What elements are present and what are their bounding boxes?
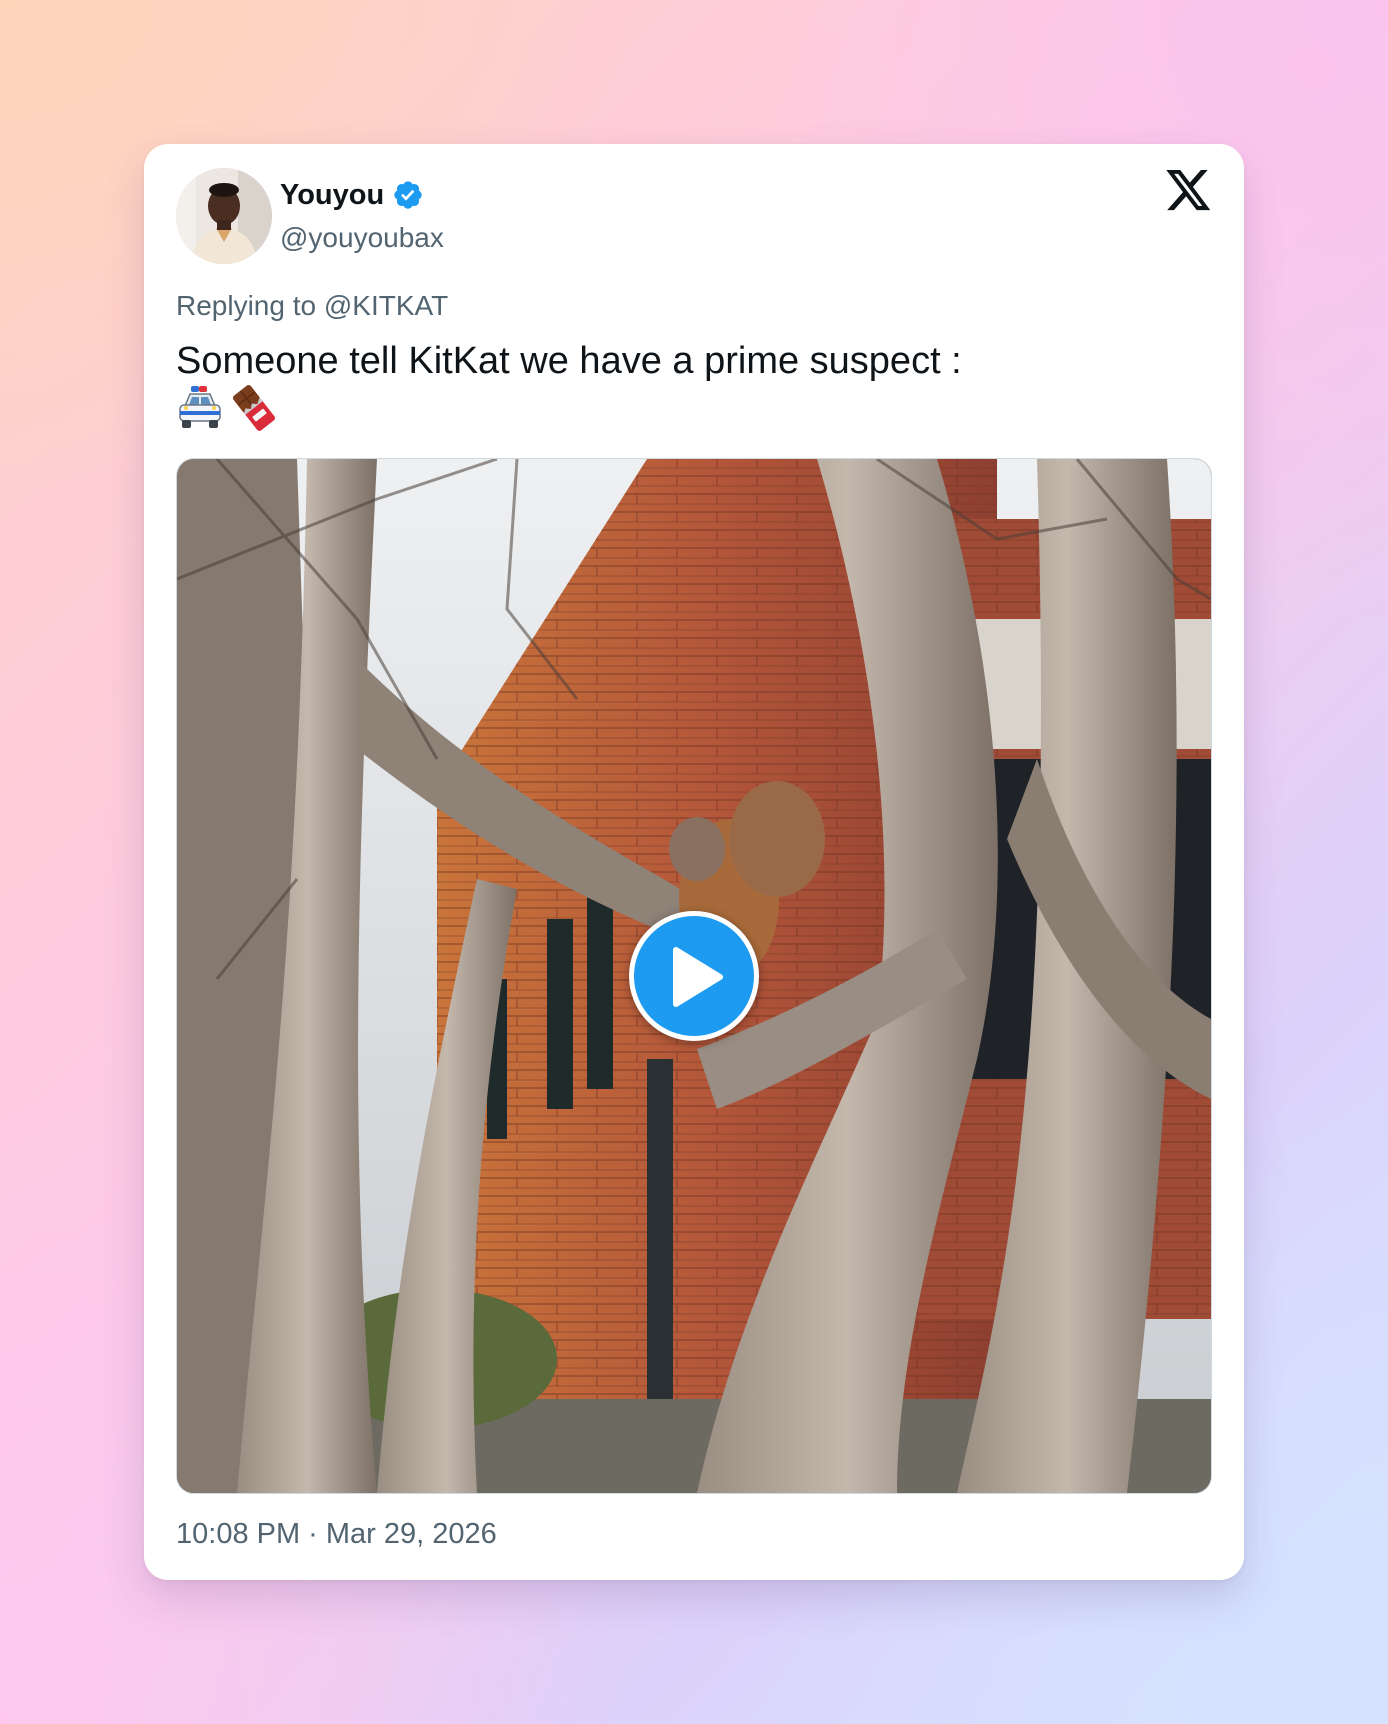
police-car-emoji [179, 386, 221, 428]
emoji-row [176, 384, 278, 434]
display-name[interactable]: Youyou [280, 178, 424, 212]
chocolate-bar-emoji [232, 385, 276, 431]
tweet-card: Youyou @youyoubax Replying to @KITKAT So… [144, 144, 1244, 1580]
play-icon [673, 947, 723, 1007]
display-name-text: Youyou [280, 178, 385, 211]
author-handle[interactable]: @youyoubax [280, 222, 444, 254]
x-logo-icon[interactable] [1166, 170, 1212, 212]
replying-to[interactable]: Replying to @KITKAT [176, 290, 448, 322]
timestamp[interactable]: 10:08 PM · Mar 29, 2026 [176, 1518, 497, 1551]
avatar-photo [176, 168, 272, 264]
video-media[interactable] [176, 458, 1212, 1494]
avatar[interactable] [176, 168, 272, 264]
tweet-text: Someone tell KitKat we have a prime susp… [176, 340, 962, 382]
play-button[interactable] [629, 911, 759, 1041]
verified-badge-icon [394, 181, 422, 209]
